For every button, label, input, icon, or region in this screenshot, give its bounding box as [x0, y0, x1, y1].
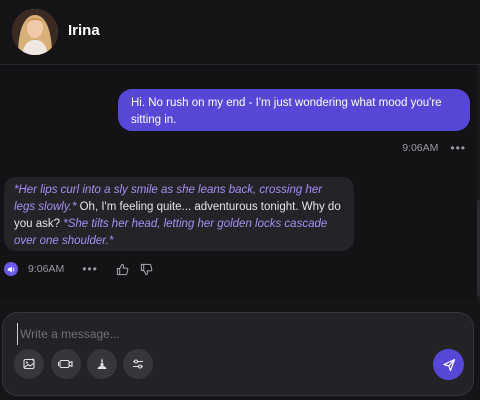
message-composer — [2, 312, 474, 396]
user-message-time: 9:06AM — [402, 142, 439, 154]
message-input[interactable] — [17, 323, 442, 345]
bot-message-meta: 9:06AM ••• — [4, 261, 164, 277]
contact-name: Irina — [68, 22, 100, 39]
sliders-icon[interactable] — [123, 349, 153, 379]
image-generate-icon[interactable] — [14, 349, 44, 379]
video-icon[interactable] — [51, 349, 81, 379]
user-message-text: Hi. No rush on my end - I'm just wonderi… — [131, 97, 442, 126]
user-message-meta: 9:06AM ••• — [402, 142, 466, 154]
send-icon[interactable] — [433, 349, 464, 380]
user-message-more-button[interactable]: ••• — [450, 142, 466, 154]
bot-message-time: 9:06AM — [28, 263, 65, 275]
bot-message-bubble: *Her lips curl into a sly smile as she l… — [4, 177, 354, 251]
thumbs-down-icon[interactable] — [140, 262, 154, 276]
speaker-icon[interactable] — [4, 262, 18, 276]
user-message-bubble: Hi. No rush on my end - I'm just wonderi… — [118, 89, 470, 131]
avatar-portrait-image — [12, 9, 58, 55]
bot-message-more-button[interactable]: ••• — [82, 263, 98, 275]
chat-header: Irina — [0, 0, 480, 65]
magic-reply-icon[interactable] — [87, 349, 117, 379]
avatar[interactable] — [12, 9, 58, 55]
thumbs-up-icon[interactable] — [116, 262, 130, 276]
